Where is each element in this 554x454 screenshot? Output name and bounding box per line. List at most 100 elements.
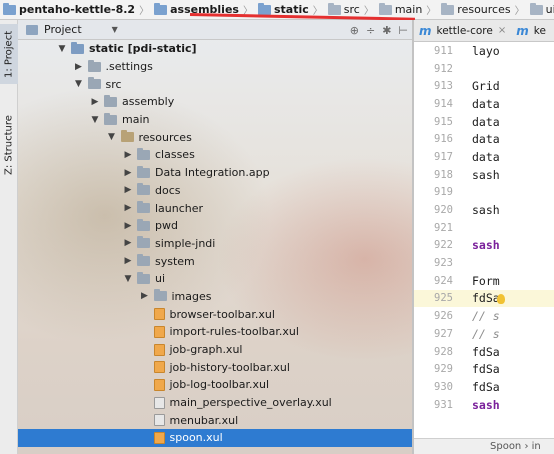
- tree-row[interactable]: job-history-toolbar.xul: [18, 358, 412, 376]
- intention-bulb-icon[interactable]: [497, 293, 505, 304]
- breadcrumb-label: ui: [545, 3, 554, 16]
- tree-row[interactable]: menubar.xul: [18, 411, 412, 429]
- line-number: 930: [434, 380, 453, 393]
- tree-item-label: simple-jndi: [155, 236, 216, 250]
- code-line[interactable]: 921: [414, 219, 554, 237]
- locate-file-icon[interactable]: ⊕: [350, 24, 359, 37]
- line-number: 913: [434, 80, 453, 93]
- settings-gear-icon[interactable]: ✱: [382, 24, 391, 37]
- xul-file-icon: [153, 431, 165, 444]
- expanded-arrow-icon[interactable]: ▼: [73, 79, 85, 89]
- project-view-selector[interactable]: Project: [44, 23, 82, 36]
- project-tool-tab[interactable]: 1: Project: [0, 24, 18, 84]
- tree-row[interactable]: ▶ pwd: [18, 217, 412, 235]
- code-line[interactable]: 922 sash: [414, 237, 554, 255]
- collapsed-arrow-icon[interactable]: ▶: [122, 203, 134, 213]
- tree-row[interactable]: ▶ simple-jndi: [18, 235, 412, 253]
- collapsed-arrow-icon[interactable]: ▶: [122, 238, 134, 248]
- expanded-arrow-icon[interactable]: ▼: [106, 132, 118, 142]
- tree-row[interactable]: job-log-toolbar.xul: [18, 376, 412, 394]
- expanded-arrow-icon[interactable]: ▼: [56, 44, 68, 54]
- editor-tab[interactable]: m ke: [511, 20, 551, 42]
- collapsed-arrow-icon[interactable]: ▶: [89, 97, 101, 107]
- code-line[interactable]: 913 Grid: [414, 77, 554, 95]
- tree-row[interactable]: ▼ src: [18, 75, 412, 93]
- collapsed-arrow-icon[interactable]: ▶: [73, 62, 85, 72]
- close-tab-icon[interactable]: ×: [498, 25, 506, 36]
- code-line[interactable]: 920 sash: [414, 201, 554, 219]
- code-line[interactable]: 926 // s: [414, 307, 554, 325]
- code-line[interactable]: 914 data: [414, 95, 554, 113]
- tree-row[interactable]: ▼ resources: [18, 128, 412, 146]
- line-number: 931: [434, 398, 453, 411]
- folder-icon: [378, 2, 392, 15]
- collapsed-arrow-icon[interactable]: ▶: [122, 168, 134, 178]
- code-line[interactable]: 924 Form: [414, 272, 554, 290]
- tree-row[interactable]: browser-toolbar.xul: [18, 305, 412, 323]
- line-number: 915: [434, 115, 453, 128]
- collapsed-arrow-icon[interactable]: ▶: [122, 221, 134, 231]
- collapsed-arrow-icon[interactable]: ▶: [122, 256, 134, 266]
- tree-row[interactable]: ▶ Data Integration.app: [18, 164, 412, 182]
- code-area[interactable]: 911 layo 912 913 Grid 914 data 915 data 916 data 91…: [414, 42, 554, 413]
- tree-row[interactable]: ▶ images: [18, 288, 412, 306]
- code-line[interactable]: 912: [414, 60, 554, 78]
- hide-panel-icon[interactable]: ⊢: [398, 24, 408, 37]
- code-line[interactable]: 931 sash: [414, 396, 554, 414]
- breadcrumb-label: resources: [457, 3, 511, 16]
- tree-row[interactable]: main_perspective_overlay.xul: [18, 394, 412, 412]
- dropdown-arrow-icon[interactable]: ▼: [112, 25, 118, 34]
- code-line[interactable]: 927 // s: [414, 325, 554, 343]
- breadcrumb-separator-icon: 〉: [363, 6, 374, 17]
- breadcrumb-item[interactable]: pentaho-kettle-8.2 〉: [2, 0, 153, 19]
- code-line[interactable]: 916 data: [414, 130, 554, 148]
- breadcrumb-item[interactable]: ui〉: [529, 0, 554, 19]
- code-editor: m kettle-core × m ke 911 layo 912 913 Grid 914 dat…: [414, 20, 554, 454]
- line-number: 914: [434, 97, 453, 110]
- tree-row[interactable]: ▶ docs: [18, 182, 412, 200]
- tree-row[interactable]: import-rules-toolbar.xul: [18, 323, 412, 341]
- collapse-all-icon[interactable]: ÷: [366, 24, 375, 37]
- code-line[interactable]: 930 fdSa: [414, 378, 554, 396]
- line-number: 926: [434, 310, 453, 323]
- code-text: fdSa: [472, 362, 500, 377]
- collapsed-arrow-icon[interactable]: ▶: [122, 150, 134, 160]
- tree-row[interactable]: ▶ .settings: [18, 58, 412, 76]
- folder-icon: [104, 112, 117, 125]
- code-text: sash: [472, 397, 500, 412]
- code-line[interactable]: 917 data: [414, 148, 554, 166]
- tree-item-label: resources: [138, 130, 192, 144]
- folder-icon: [137, 165, 150, 178]
- line-number: 920: [434, 204, 453, 217]
- tree-row[interactable]: ▼ ui: [18, 270, 412, 288]
- line-number: 916: [434, 133, 453, 146]
- code-line[interactable]: 923: [414, 254, 554, 272]
- tree-item-label: menubar.xul: [169, 413, 239, 427]
- code-line[interactable]: 928 fdSa: [414, 343, 554, 361]
- tree-row[interactable]: ▶ classes: [18, 146, 412, 164]
- tree-item-label: main: [122, 113, 150, 127]
- tree-row[interactable]: ▶ system: [18, 252, 412, 270]
- editor-tab[interactable]: m kettle-core ×: [414, 20, 511, 42]
- tree-row[interactable]: spoon.xul: [18, 429, 412, 447]
- line-number: 928: [434, 345, 453, 358]
- structure-tool-tab[interactable]: Z: Structure: [0, 112, 18, 178]
- breadcrumb-item[interactable]: resources 〉: [440, 0, 528, 19]
- collapsed-arrow-icon[interactable]: ▶: [139, 291, 151, 301]
- code-line[interactable]: 925 fdSa: [414, 289, 554, 308]
- code-line[interactable]: 918 sash: [414, 166, 554, 184]
- tree-row[interactable]: ▼ static [pdi-static]: [18, 40, 412, 58]
- code-line[interactable]: 915 data: [414, 113, 554, 131]
- tree-row[interactable]: job-graph.xul: [18, 341, 412, 359]
- breadcrumb-label: main: [394, 3, 423, 16]
- line-number: 927: [434, 327, 453, 340]
- collapsed-arrow-icon[interactable]: ▶: [122, 185, 134, 195]
- code-line[interactable]: 919: [414, 184, 554, 202]
- tree-row[interactable]: ▼ main: [18, 111, 412, 129]
- code-line[interactable]: 911 layo: [414, 42, 554, 60]
- tree-row[interactable]: ▶ assembly: [18, 93, 412, 111]
- expanded-arrow-icon[interactable]: ▼: [122, 274, 134, 284]
- tree-row[interactable]: ▶ launcher: [18, 199, 412, 217]
- expanded-arrow-icon[interactable]: ▼: [89, 115, 101, 125]
- code-line[interactable]: 929 fdSa: [414, 360, 554, 378]
